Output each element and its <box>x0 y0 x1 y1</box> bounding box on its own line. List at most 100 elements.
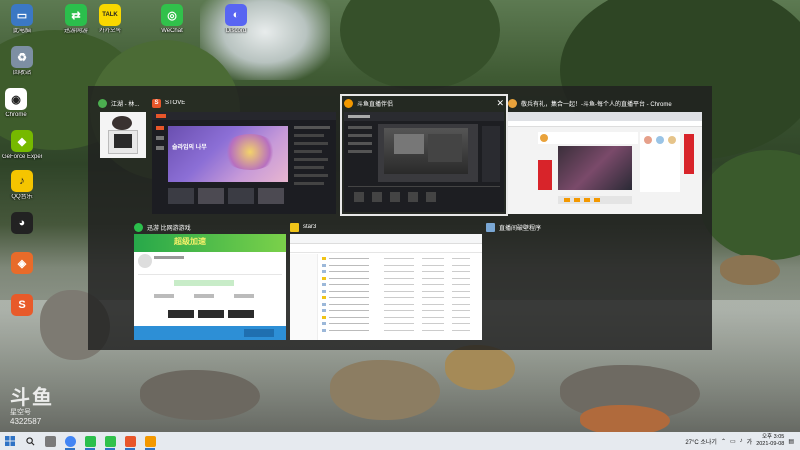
window-header: 斗鱼直播伴侣 ✕ <box>342 96 506 110</box>
file-row <box>322 269 478 274</box>
file-row <box>322 308 478 313</box>
desktop-icon-kakaotalk[interactable]: TALK 카카오톡 <box>90 4 130 35</box>
app-icon <box>98 98 107 108</box>
taskbar-app-douyu-companion[interactable] <box>140 432 160 450</box>
this-pc-icon: ▭ <box>11 4 33 26</box>
wechat-icon <box>104 435 116 447</box>
desktop-icon-label: WeChat <box>161 28 183 34</box>
desktop-icon-app-shortcut[interactable]: S <box>2 294 42 318</box>
desktop-icon-label: Discord <box>225 28 247 34</box>
taskbar-app-xunyou[interactable] <box>80 432 100 450</box>
watermark-subtitle: 星空号 <box>10 409 31 416</box>
wallpaper-rock <box>330 360 440 420</box>
desktop-icon-label: Chrome <box>5 112 27 118</box>
xunyou-icon: ⇄ <box>65 4 87 26</box>
windows-icon <box>5 436 15 446</box>
window-header: star3 <box>290 220 482 234</box>
desktop-icon-wechat[interactable]: ◎ WeChat <box>152 4 192 35</box>
file-row <box>322 321 478 326</box>
window-header: S STOVE <box>152 96 336 110</box>
file-row <box>322 302 478 307</box>
switcher-window-douyu-companion[interactable]: 斗鱼直播伴侣 ✕ <box>340 94 508 216</box>
desktop-icon-recycle-bin[interactable]: ♻ 回收站 <box>2 46 42 77</box>
app-shortcut-icon: ◕ <box>11 212 33 234</box>
taskbar-pinned-apps <box>40 432 160 450</box>
desktop-icon-label: 回收站 <box>12 70 31 76</box>
alt-tab-switcher: 江湖 - 林... S STOVE 슬라임의 나무 斗鱼直播伴侣 ✕ 敬兵有礼，… <box>88 86 712 350</box>
window-title: 直播间破壁程序 <box>499 225 542 232</box>
taskbar-app-chrome[interactable] <box>60 432 80 450</box>
volume-icon[interactable]: ♪ <box>740 438 743 444</box>
window-title: 斗鱼直播伴侣 <box>357 101 394 108</box>
file-row <box>322 315 478 320</box>
app-shortcut-icon: S <box>11 294 33 316</box>
window-title: 迅游 比网游游戏 <box>147 225 191 232</box>
window-thumbnail <box>344 112 504 212</box>
desktop-icon-geforce-experience[interactable]: ◆ GeForce Experience <box>2 130 42 161</box>
language-indicator[interactable]: 가 <box>747 437 753 446</box>
search-icon <box>25 436 34 445</box>
system-tray: 27°C 소나기 ⌃ ▭ ♪ 가 오후 3:05 2021-09-08 ▤ <box>685 434 800 448</box>
desktop-icon-label: GeForce Experience <box>2 154 42 160</box>
wallpaper-rock <box>720 255 780 285</box>
start-button[interactable] <box>0 432 20 450</box>
desktop-icon-label: 카카오톡 <box>98 28 122 34</box>
douyu-icon <box>344 98 353 108</box>
clock[interactable]: 오후 3:05 2021-09-08 <box>756 434 784 448</box>
kakaotalk-icon: TALK <box>99 4 121 26</box>
xunyou-icon <box>134 222 143 232</box>
window-title: star3 <box>303 224 317 230</box>
stove-icon: S <box>152 98 161 108</box>
douyu-companion-icon <box>144 435 156 447</box>
wallpaper-foliage <box>700 150 800 260</box>
file-row <box>322 282 478 287</box>
stove-icon <box>124 435 136 447</box>
network-icon[interactable]: ▭ <box>730 438 736 445</box>
switcher-window-stove[interactable]: S STOVE 슬라임의 나무 <box>152 96 336 214</box>
chrome-icon <box>508 98 517 108</box>
clock-time: 오후 3:05 <box>761 434 785 440</box>
window-header: 敬兵有礼，集合一起！-斗鱼-每个人的直播平台 - Chrome <box>508 96 702 110</box>
taskbar-app-stove[interactable] <box>120 432 140 450</box>
taskbar-app-task-view[interactable] <box>40 432 60 450</box>
chrome-icon: ◉ <box>5 88 27 110</box>
file-row <box>322 289 478 294</box>
folder-icon <box>290 222 299 232</box>
wallpaper-foliage <box>340 0 500 90</box>
desktop-icon-chrome[interactable]: ◉ Chrome <box>0 88 36 119</box>
window-header: 迅游 比网游游戏 <box>134 220 286 234</box>
window-header: 直播间破壁程序 <box>486 220 606 234</box>
window-title: 江湖 - 林... <box>111 101 140 108</box>
discord-icon: ◐ <box>225 4 247 26</box>
file-row <box>322 256 478 261</box>
weather-indicator[interactable]: 27°C 소나기 <box>685 437 717 446</box>
close-icon[interactable]: ✕ <box>496 98 506 109</box>
watermark-room-id: 4322587 <box>10 417 42 426</box>
desktop-icon-app-shortcut[interactable]: ◕ <box>2 212 42 236</box>
file-row <box>322 328 478 333</box>
window-title: 敬兵有礼，集合一起！-斗鱼-每个人的直播平台 - Chrome <box>521 101 672 108</box>
geforce-experience-icon: ◆ <box>11 130 33 152</box>
switcher-window-chrome[interactable]: 敬兵有礼，集合一起！-斗鱼-每个人的直播平台 - Chrome <box>508 96 702 214</box>
app-icon <box>486 222 495 232</box>
desktop-icon-label: QQ音乐 <box>11 194 33 200</box>
desktop-icon-label: 此电脑 <box>12 28 31 34</box>
window-header: 江湖 - 林... <box>98 96 148 110</box>
desktop-icon-qq-music[interactable]: ♪ QQ音乐 <box>2 170 42 201</box>
desktop-icon-this-pc[interactable]: ▭ 此电脑 <box>2 4 42 35</box>
tray-overflow-icon[interactable]: ⌃ <box>721 438 726 445</box>
switcher-window-xunyou[interactable]: 迅游 比网游游戏 超级加速 <box>134 220 286 340</box>
switcher-window-broadcast-helper[interactable]: 直播间破壁程序 <box>486 220 606 240</box>
task-view-icon <box>44 435 56 447</box>
desktop-icon-discord[interactable]: ◐ Discord <box>216 4 256 35</box>
desktop-icon-app-shortcut[interactable]: ◈ <box>2 252 42 276</box>
search-button[interactable] <box>20 432 40 450</box>
taskbar-app-wechat[interactable] <box>100 432 120 450</box>
switcher-window-explorer[interactable]: star3 <box>290 220 482 340</box>
notifications-icon[interactable]: ▤ <box>788 438 794 445</box>
file-row <box>322 263 478 268</box>
window-thumbnail: 超级加速 <box>134 234 286 340</box>
clock-date: 2021-09-08 <box>756 441 785 447</box>
switcher-window-jianghu[interactable]: 江湖 - 林... <box>98 96 148 168</box>
xunyou-icon <box>84 435 96 447</box>
